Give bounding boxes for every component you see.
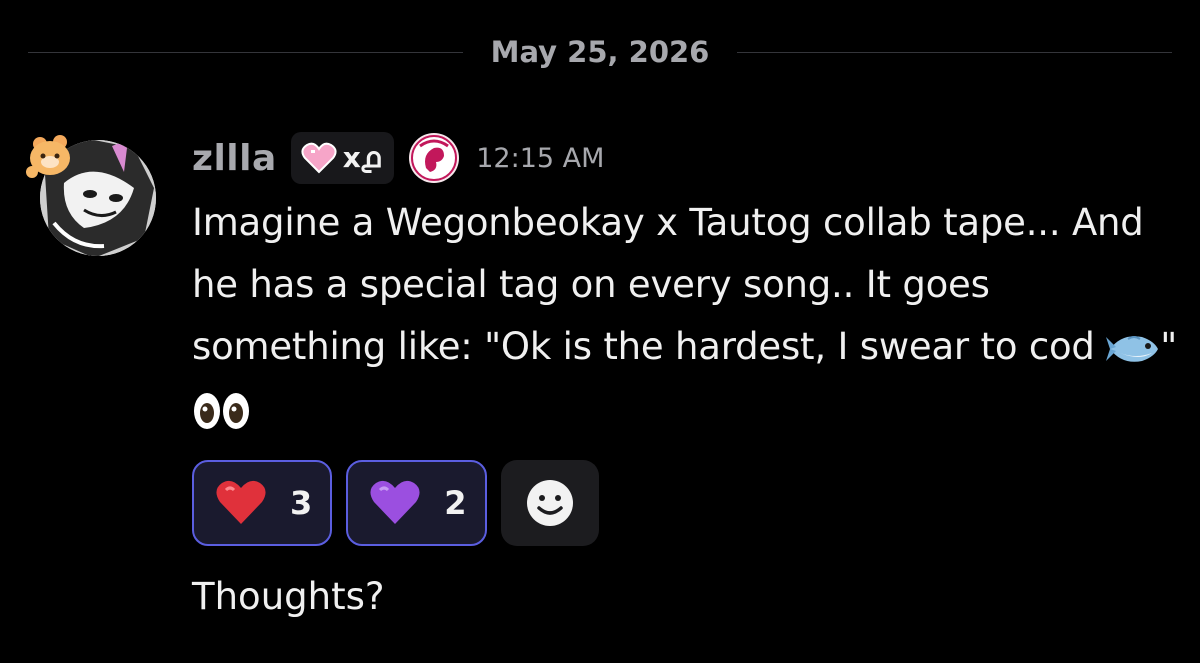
smiley-add-icon xyxy=(525,478,575,528)
eyes-emoji xyxy=(192,391,252,431)
reaction-count: 3 xyxy=(290,484,313,522)
avatar[interactable] xyxy=(24,128,164,258)
purple-heart-emoji xyxy=(368,478,422,528)
timestamp: 12:15 AM xyxy=(476,142,605,174)
clan-tag[interactable]: x൧ xyxy=(290,132,395,184)
heart-icon xyxy=(301,142,337,174)
username[interactable]: zllla xyxy=(192,138,277,179)
date-divider: May 25, 2026 xyxy=(28,30,1172,74)
divider-line-right xyxy=(737,51,1172,53)
reactions-bar: 3 2 xyxy=(192,460,599,546)
clan-tag-text: x൧ xyxy=(342,141,381,174)
red-heart-emoji xyxy=(214,478,268,528)
message-text-quote: " xyxy=(1160,325,1178,368)
add-reaction-button[interactable] xyxy=(500,460,599,546)
divider-date-label: May 25, 2026 xyxy=(490,35,710,69)
message-header: zllla x൧ 12:15 AM xyxy=(192,128,604,188)
fish-emoji xyxy=(1106,329,1160,369)
reaction-count: 2 xyxy=(444,484,467,522)
reaction-red-heart[interactable]: 3 xyxy=(192,460,333,546)
divider-line-left xyxy=(28,51,463,53)
message-content: Imagine a Wegonbeokay x Tautog collab ta… xyxy=(192,192,1182,440)
message-text: Imagine a Wegonbeokay x Tautog collab ta… xyxy=(192,201,1144,368)
followup-message: Thoughts? xyxy=(192,575,385,618)
tautog-badge-icon[interactable] xyxy=(408,132,460,184)
reaction-purple-heart[interactable]: 2 xyxy=(346,460,487,546)
